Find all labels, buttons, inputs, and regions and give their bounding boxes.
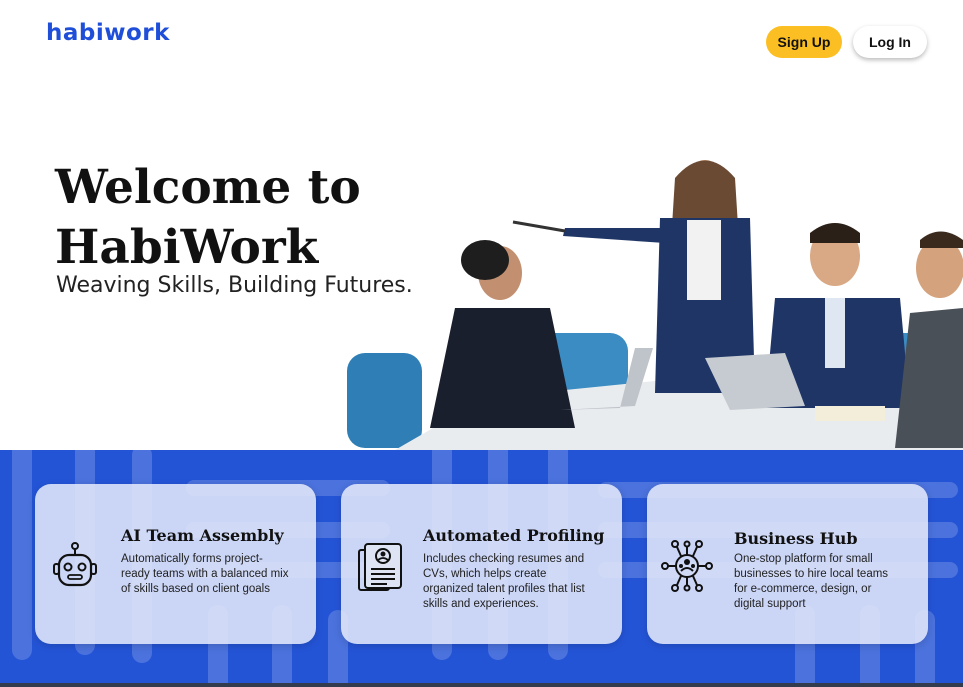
- decorative-stripe: [12, 450, 32, 660]
- bottom-divider: [0, 683, 963, 687]
- feature-description: One-stop platform for small businesses t…: [734, 553, 889, 610]
- feature-card-automated-profiling[interactable]: Automated Profiling Includes checking re…: [341, 484, 622, 644]
- feature-description: Automatically forms project-ready teams …: [121, 553, 289, 595]
- feature-card-ai-team-assembly[interactable]: AI Team Assembly Automatically forms pro…: [35, 484, 316, 644]
- features-section: AI Team Assembly Automatically forms pro…: [0, 450, 963, 687]
- feature-title: Business Hub: [734, 529, 858, 548]
- feature-card-business-hub[interactable]: Business Hub One-stop platform for small…: [647, 484, 928, 644]
- feature-title: AI Team Assembly: [121, 526, 284, 545]
- network-people-icon: [661, 540, 713, 592]
- sign-up-button[interactable]: Sign Up: [766, 26, 842, 58]
- robot-icon: [53, 542, 97, 587]
- feature-description: Includes checking resumes and CVs, which…: [423, 553, 585, 610]
- log-in-button[interactable]: Log In: [853, 26, 927, 58]
- feature-title: Automated Profiling: [423, 526, 605, 545]
- habiwork-logo[interactable]: habiwork: [46, 20, 170, 46]
- resume-document-icon: [358, 543, 402, 591]
- site-header: habiwork Sign Up Log In: [0, 0, 963, 80]
- hero-team-meeting-image: [347, 160, 963, 450]
